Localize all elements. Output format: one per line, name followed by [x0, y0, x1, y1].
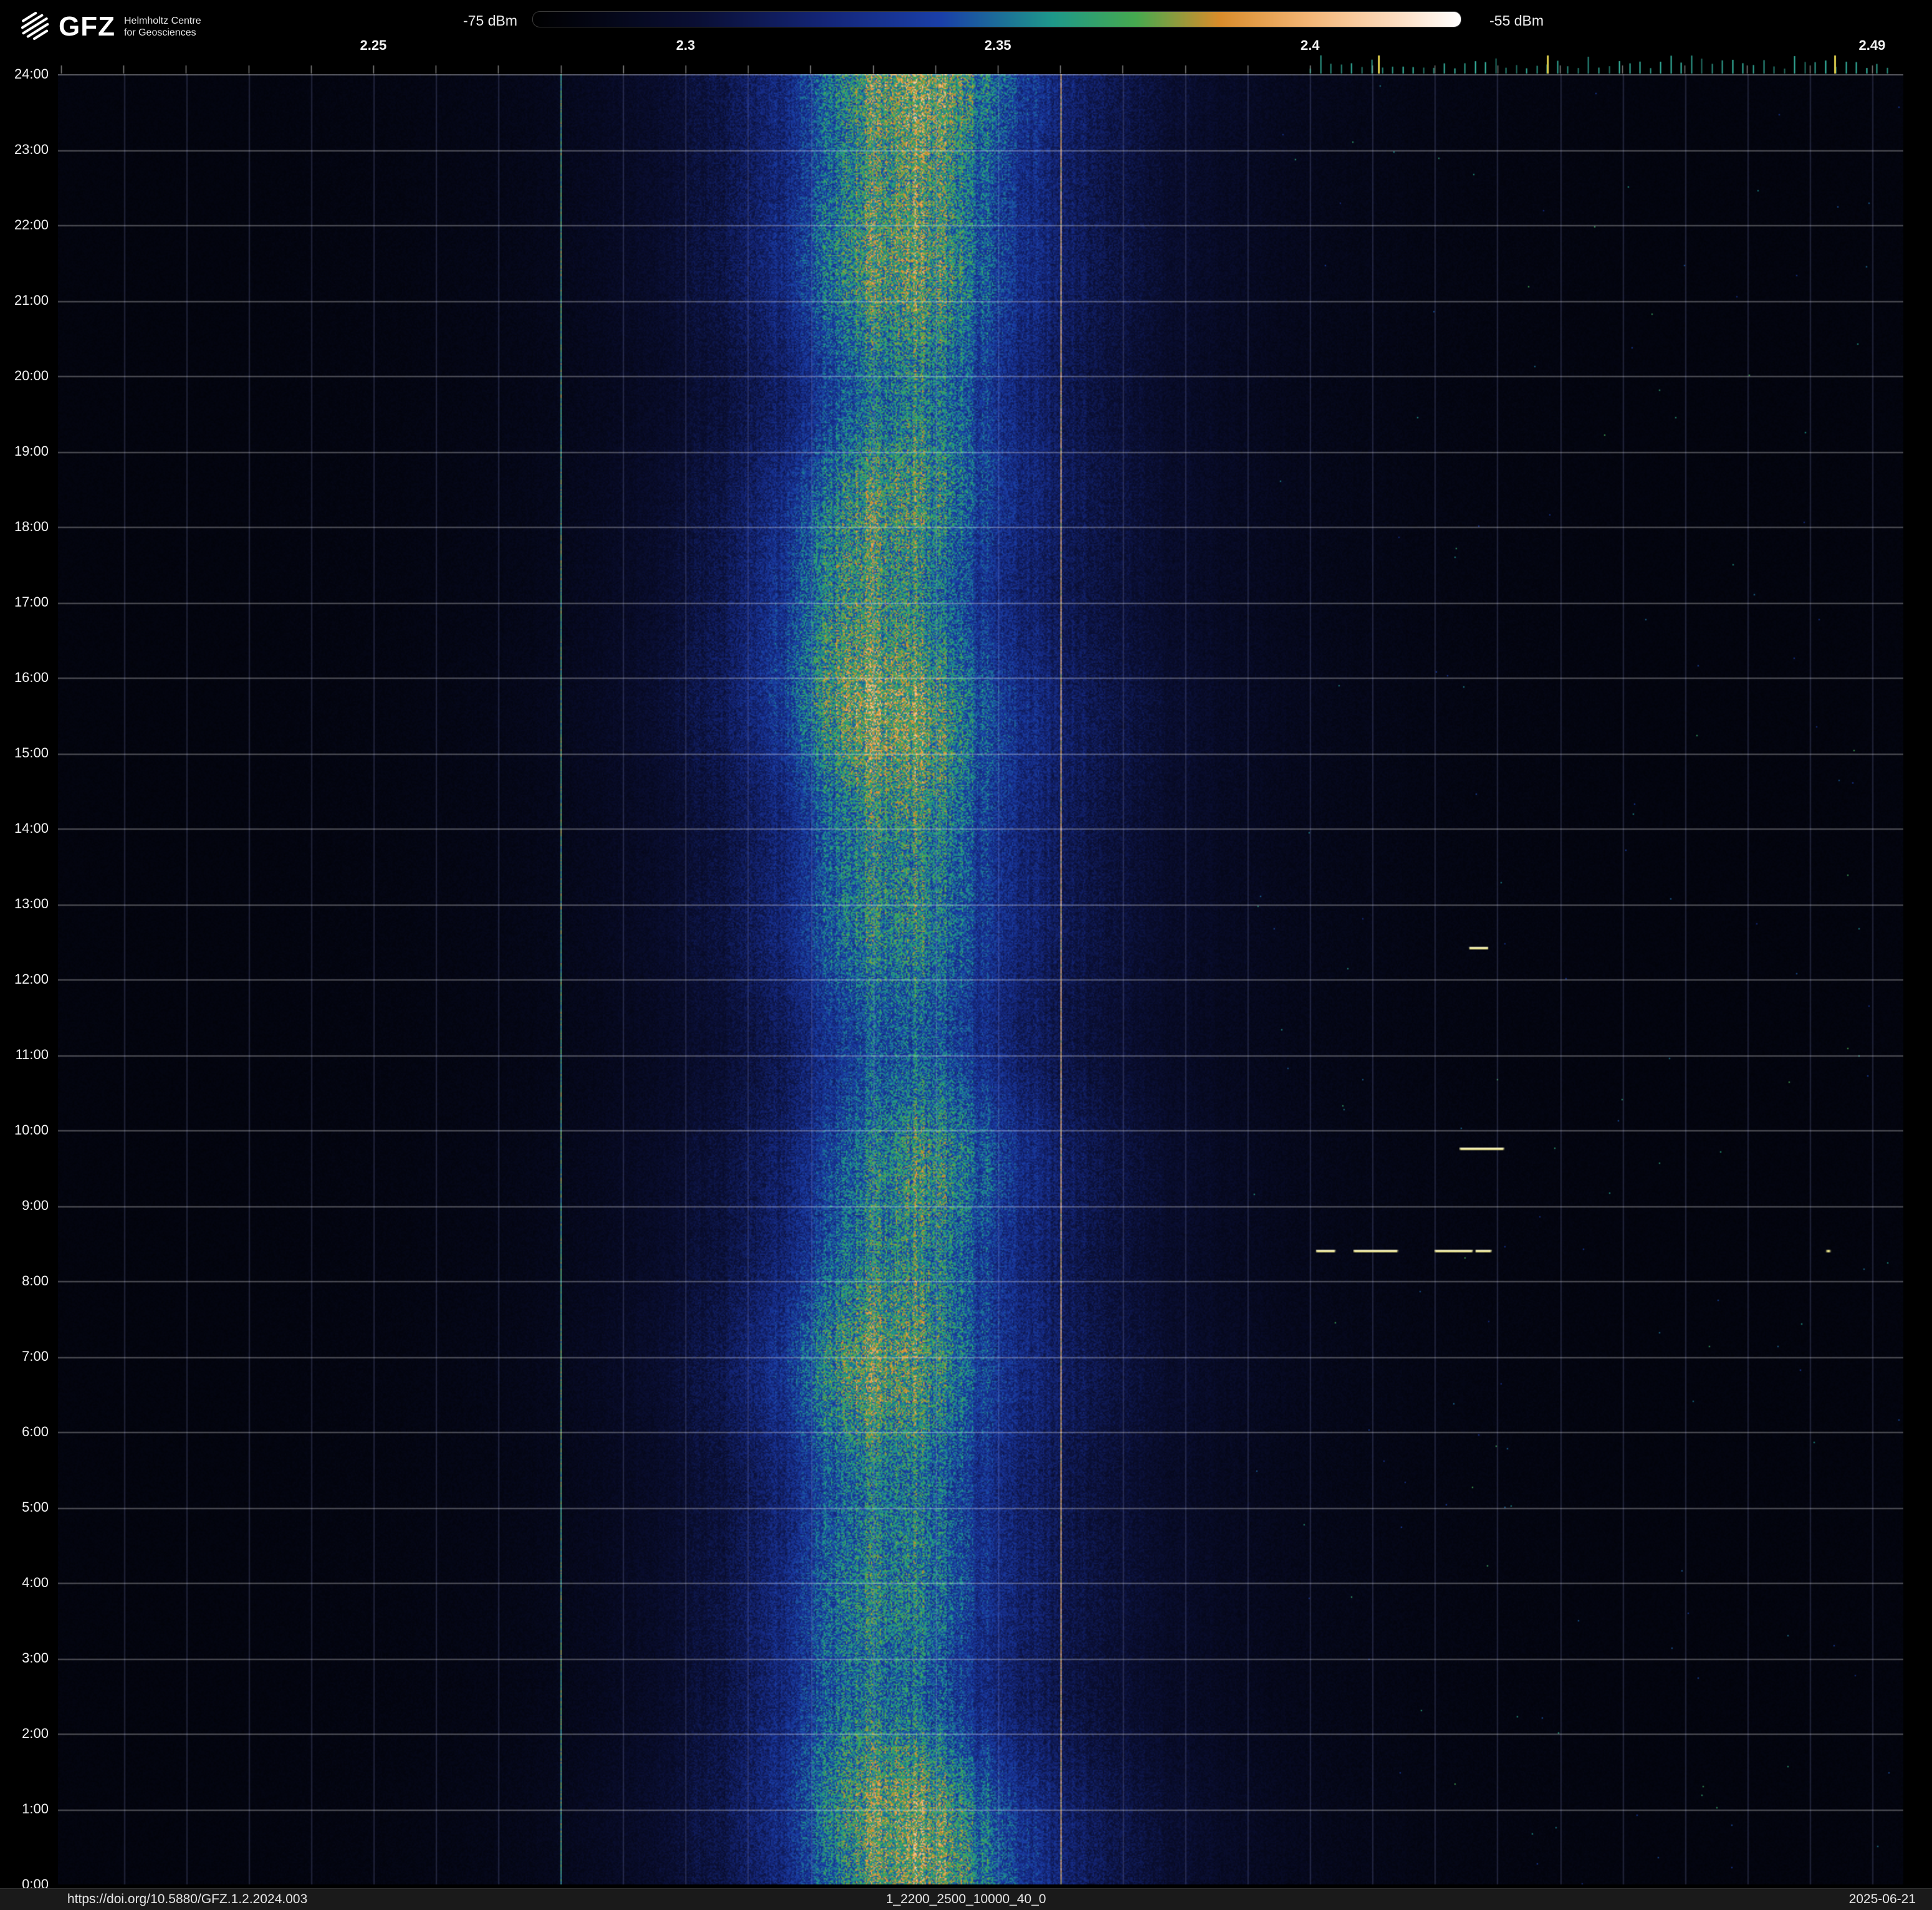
time-tick-label: 14:00	[14, 820, 49, 836]
time-tick-label: 19:00	[14, 443, 49, 459]
time-tick-label: 15:00	[14, 745, 49, 761]
time-tick-label: 2:00	[22, 1725, 49, 1741]
time-tick-label: 22:00	[14, 217, 49, 233]
time-tick-label: 20:00	[14, 368, 49, 383]
time-tick-label: 24:00	[14, 66, 49, 82]
time-tick-label: 23:00	[14, 142, 49, 157]
time-tick-label: 3:00	[22, 1650, 49, 1666]
dataset-name: 1_2200_2500_10000_40_0	[886, 1892, 1046, 1906]
spectrogram-page: GFZ Helmholtz Centre for Geosciences -75…	[0, 0, 1932, 1910]
time-tick-label: 9:00	[22, 1197, 49, 1213]
time-tick-label: 12:00	[14, 971, 49, 987]
freq-tick-label: 2.25	[360, 37, 387, 53]
time-tick-label: 7:00	[22, 1348, 49, 1364]
time-tick-label: 1:00	[22, 1801, 49, 1816]
time-axis: 24:00 23:00 22:00 21:00 20:00 19:00 18:00 17:00…	[0, 67, 54, 1892]
time-tick-label: 13:00	[14, 896, 49, 911]
time-tick-label: 11:00	[15, 1047, 49, 1062]
freq-tick-label: 2.4	[1300, 37, 1320, 53]
time-tick-label: 21:00	[14, 292, 49, 308]
colorbar-min-label: -75 dBm	[463, 12, 517, 29]
time-tick-label: 8:00	[22, 1273, 49, 1289]
logo-subtitle: Helmholtz Centre for Geosciences	[124, 15, 201, 39]
time-tick-label: 5:00	[22, 1499, 49, 1515]
time-tick-label: 6:00	[22, 1424, 49, 1439]
colorbar-max-label: -55 dBm	[1490, 12, 1544, 29]
colorbar	[532, 11, 1461, 27]
time-tick-label: 17:00	[14, 594, 49, 610]
frequency-axis: 2.25 2.3 2.35 2.4 2.49	[58, 37, 1903, 55]
footer: https://doi.org/10.5880/GFZ.1.2.2024.003…	[0, 1888, 1932, 1910]
freq-tick-label: 2.35	[984, 37, 1011, 53]
frequency-ticks	[58, 55, 1903, 74]
logo-subtitle-line1: Helmholtz Centre	[123, 16, 201, 26]
time-tick-label: 16:00	[14, 669, 49, 685]
freq-tick-label: 2.3	[676, 37, 696, 53]
time-tick-label: 18:00	[14, 519, 49, 534]
time-tick-label: 10:00	[14, 1122, 49, 1138]
freq-tick-label: 2.49	[1858, 37, 1886, 53]
time-tick-label: 4:00	[22, 1575, 49, 1590]
date-label: 2025-06-21	[1848, 1892, 1916, 1906]
spectrogram-canvas	[58, 74, 1903, 1884]
gfz-logo-icon	[21, 11, 49, 41]
